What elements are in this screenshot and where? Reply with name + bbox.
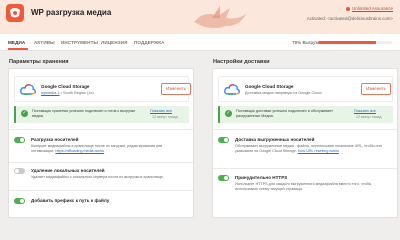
tab-assets[interactable]: АКТИВЫ	[34, 40, 55, 45]
delivery-provider-details: Доставка медиа напрямую из Google Cloud	[245, 91, 322, 95]
path-prefix-toggle[interactable]	[14, 198, 25, 204]
bucket-region: • South Region (Jo)	[60, 91, 94, 95]
setting-title: Принудительно HTTPS	[235, 175, 288, 180]
google-cloud-icon	[224, 84, 240, 95]
storage-notice-text: Поставщик хранения успешно подключен и г…	[32, 109, 136, 118]
app-header: WP разгрузка медиа Unlimited Assurance A…	[0, 0, 400, 34]
delivery-notice-link[interactable]: Показать все	[354, 109, 376, 113]
bird-icon	[194, 6, 246, 28]
offload-progress-fill	[318, 41, 377, 44]
bucket-link[interactable]: wpmedia-1	[41, 91, 60, 95]
offload-progress-bar	[318, 41, 392, 44]
divider	[9, 162, 193, 163]
storage-success-notice: ✓ Поставщик хранения успешно подключен и…	[14, 106, 189, 123]
delivery-provider-name: Google Cloud Storage	[245, 84, 294, 89]
change-storage-button[interactable]: Изменить	[161, 83, 191, 95]
remove-local-media-toggle[interactable]	[14, 168, 25, 174]
warning-dot-icon	[345, 6, 350, 11]
license-warning-link[interactable]: Unlimited Assurance	[345, 6, 393, 11]
license-warning-text: Unlimited Assurance	[351, 6, 393, 11]
setting-description: Удаляет медиафайлы с локального сервера …	[31, 175, 164, 179]
tab-support[interactable]: ПОДДЕРЖКА	[134, 40, 165, 45]
delivery-provider-box: Google Cloud Storage Доставка медиа напр…	[218, 76, 393, 102]
offload-media-toggle[interactable]	[14, 137, 25, 143]
storage-notice-time: 12 минут назад	[152, 115, 178, 119]
app-title: WP разгрузка медиа	[31, 8, 112, 17]
delivery-notice-text: Поставщик доставки успешно подключен и о…	[236, 109, 333, 118]
check-circle-icon: ✓	[225, 110, 232, 117]
google-cloud-icon	[20, 84, 36, 95]
force-https-toggle[interactable]	[218, 175, 229, 181]
setting-description: Использует HTTPS для каждого выгруженног…	[235, 182, 372, 191]
setting-title: Разгрузка носителей	[31, 137, 79, 142]
toggle-knob	[15, 169, 19, 173]
check-circle-icon: ✓	[21, 110, 28, 117]
delivery-success-notice: ✓ Поставщик доставки успешно подключен и…	[218, 106, 393, 123]
change-delivery-button[interactable]: Изменить	[361, 83, 391, 95]
divider	[9, 190, 193, 191]
toggle-knob	[20, 199, 24, 203]
tab-media[interactable]: МЕДИА	[8, 40, 25, 45]
setting-title: Добавить префикс к путь к файлу	[31, 198, 110, 203]
divider	[9, 129, 193, 130]
delivery-settings-title: Настройки доставки	[213, 59, 270, 65]
divider	[213, 129, 397, 130]
setting-description: Обслуживает выгруженные медиа - файлы, п…	[235, 144, 385, 154]
setting-title: Удаление локальных носителей	[31, 168, 105, 173]
storage-provider-name: Google Cloud Storage	[41, 84, 90, 89]
delivery-settings-panel: Google Cloud Storage Доставка медиа напр…	[212, 68, 398, 218]
setting-description: Копирует медиафайлы в хранилище после их…	[31, 144, 181, 154]
setting-help-link[interactable]: https://offloading.media.works	[55, 149, 104, 153]
active-tab-indicator	[8, 48, 28, 50]
toggle-knob	[224, 138, 228, 142]
storage-settings-panel: Google Cloud Storage wpmedia-1 • South R…	[8, 68, 194, 218]
setting-help-link[interactable]: How URL rewriting works	[298, 149, 339, 153]
main-nav: МЕДИА АКТИВЫ ИНСТРУМЕНТЫ ЛИЦЕНЗИЯ ПОДДЕР…	[0, 34, 400, 51]
deliver-media-toggle[interactable]	[218, 137, 229, 143]
storage-settings-title: Параметры хранения	[9, 59, 69, 65]
toggle-knob	[224, 176, 228, 180]
storage-notice-link[interactable]: Показать все	[150, 109, 172, 113]
activated-email: Activated: <activated@deliciousbrains.co…	[306, 16, 393, 21]
setting-title: Доставка выгруженных носителей	[235, 137, 315, 142]
wp-offload-logo-icon	[6, 4, 24, 22]
delivery-notice-time: 12 минут назад	[356, 115, 382, 119]
divider	[213, 168, 397, 169]
toggle-knob	[20, 138, 24, 142]
storage-provider-details: wpmedia-1 • South Region (Jo)	[41, 91, 94, 95]
tab-license[interactable]: ЛИЦЕНЗИЯ	[101, 40, 128, 45]
tab-tools[interactable]: ИНСТРУМЕНТЫ	[61, 40, 98, 45]
storage-provider-box: Google Cloud Storage wpmedia-1 • South R…	[14, 76, 191, 102]
